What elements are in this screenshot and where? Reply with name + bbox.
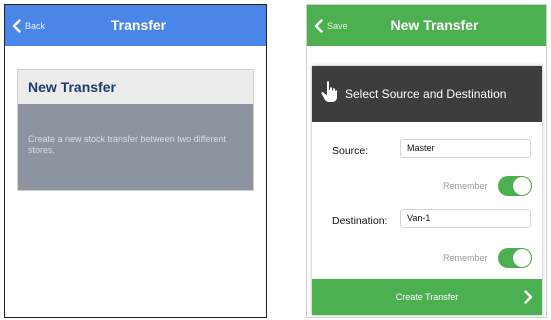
chevron-right-icon <box>524 290 533 304</box>
toggle-knob <box>513 249 531 267</box>
dialog-header: Select Source and Destination <box>312 66 542 122</box>
source-field[interactable]: Master <box>400 139 531 158</box>
card-title: New Transfer <box>18 70 253 104</box>
dialog-title: Select Source and Destination <box>345 87 507 101</box>
transfer-screen: Back Transfer New Transfer Create a new … <box>4 4 267 318</box>
hand-pointer-icon <box>321 81 337 102</box>
source-remember-toggle[interactable] <box>498 176 532 196</box>
nav-bar: Save New Transfer <box>307 5 546 46</box>
destination-remember-toggle[interactable] <box>498 248 532 268</box>
card-description: Create a new stock transfer between two … <box>18 104 253 190</box>
source-remember-label: Remember <box>443 181 488 191</box>
destination-label: Destination: <box>332 215 388 227</box>
create-transfer-label: Create Transfer <box>395 292 459 302</box>
new-transfer-screen: Save New Transfer Select Source and Dest… <box>306 4 547 318</box>
new-transfer-card[interactable]: New Transfer Create a new stock transfer… <box>17 69 254 191</box>
nav-bar: Back Transfer <box>5 5 266 46</box>
destination-field[interactable]: Van-1 <box>400 209 531 228</box>
toggle-knob <box>513 177 531 195</box>
page-title: Transfer <box>110 17 167 33</box>
destination-remember-label: Remember <box>443 253 488 263</box>
page-title: New Transfer <box>390 17 479 33</box>
create-transfer-button[interactable]: Create Transfer <box>312 279 542 315</box>
select-source-destination-dialog: Select Source and Destination Source: Ma… <box>312 66 542 315</box>
source-label: Source: <box>332 145 369 157</box>
